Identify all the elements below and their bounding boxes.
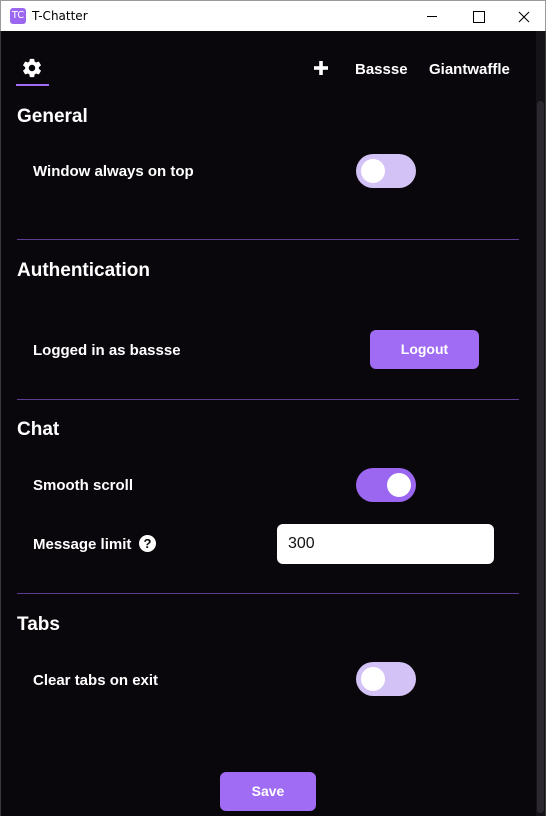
logout-button[interactable]: Logout xyxy=(370,330,479,369)
tab-giantwaffle[interactable]: Giantwaffle xyxy=(429,61,510,78)
help-icon[interactable]: ? xyxy=(139,535,156,552)
section-title-general: General xyxy=(17,106,88,127)
scroll-thumb[interactable] xyxy=(537,101,544,813)
section-title-chat: Chat xyxy=(17,419,60,440)
tab-bassse[interactable]: Bassse xyxy=(355,61,408,78)
maximize-button[interactable] xyxy=(455,1,501,32)
section-divider xyxy=(17,399,519,400)
message-limit-input[interactable] xyxy=(277,524,494,564)
minimize-button[interactable] xyxy=(409,1,455,32)
section-divider xyxy=(17,593,519,594)
always-on-top-label: Window always on top xyxy=(33,163,194,180)
window-title: T-Chatter xyxy=(32,9,88,23)
plus-icon[interactable] xyxy=(313,60,329,76)
title-bar: TC T-Chatter xyxy=(0,0,546,31)
close-button[interactable] xyxy=(501,1,546,32)
login-status: Logged in as bassse xyxy=(33,342,181,359)
close-icon xyxy=(518,11,530,23)
section-title-tabs: Tabs xyxy=(17,614,60,635)
always-on-top-toggle[interactable] xyxy=(356,154,416,188)
message-limit-label: Message limit xyxy=(33,536,132,553)
section-divider xyxy=(17,239,519,240)
smooth-scroll-toggle[interactable] xyxy=(356,468,416,502)
smooth-scroll-label: Smooth scroll xyxy=(33,477,134,494)
section-title-authentication: Authentication xyxy=(17,260,150,281)
app-icon: TC xyxy=(10,8,26,24)
save-button[interactable]: Save xyxy=(220,772,316,811)
settings-panel xyxy=(0,31,546,816)
active-tab-indicator xyxy=(16,84,49,86)
toggle-knob xyxy=(361,159,385,183)
scrollbar[interactable] xyxy=(536,31,545,816)
clear-tabs-label: Clear tabs on exit xyxy=(33,672,159,689)
toggle-knob xyxy=(387,473,411,497)
toggle-knob xyxy=(361,667,385,691)
gear-icon[interactable] xyxy=(21,57,43,79)
clear-tabs-toggle[interactable] xyxy=(356,662,416,696)
